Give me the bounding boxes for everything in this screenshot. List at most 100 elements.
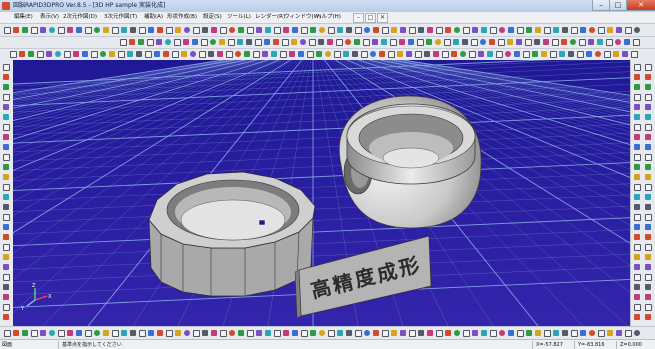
sbr-tool-icon[interactable] (645, 184, 652, 191)
tb1-tool-icon[interactable] (301, 27, 308, 34)
tb2-tool-icon[interactable] (480, 39, 486, 45)
tb3-tool-icon[interactable] (37, 51, 44, 58)
sbr-tool-icon[interactable] (645, 154, 652, 161)
tb3-tool-icon[interactable] (523, 51, 530, 58)
tb2-tool-icon[interactable] (489, 39, 495, 45)
tbb-tool-icon[interactable] (481, 330, 487, 336)
tbb-tool-icon[interactable] (4, 330, 11, 337)
sbl-tool-icon[interactable] (3, 214, 10, 221)
tb2-tool-icon[interactable] (291, 39, 297, 45)
sbr-tool-icon[interactable] (634, 214, 641, 221)
menu-3d-draw[interactable]: 3次元作図(T) (104, 12, 137, 23)
menu-help[interactable]: ヘルプ(H) (316, 12, 341, 23)
tbb-tool-icon[interactable] (301, 330, 308, 337)
sbr-tool-icon[interactable] (634, 194, 640, 200)
tb1-tool-icon[interactable] (193, 27, 200, 34)
sbr-tool-icon[interactable] (645, 174, 651, 180)
tbb-tool-icon[interactable] (472, 330, 478, 336)
tb1-tool-icon[interactable] (229, 27, 235, 33)
sbl-tool-icon[interactable] (3, 144, 9, 150)
tb1-tool-icon[interactable] (499, 27, 505, 33)
tb1-tool-icon[interactable] (22, 27, 28, 33)
tb1-tool-icon[interactable] (256, 27, 262, 33)
sbr-tool-icon[interactable] (634, 224, 640, 230)
tb1-tool-icon[interactable] (175, 27, 181, 33)
tb3-tool-icon[interactable] (280, 51, 287, 58)
tb1-tool-icon[interactable] (67, 27, 73, 33)
tb2-tool-icon[interactable] (363, 39, 370, 46)
tb1-tool-icon[interactable] (130, 27, 136, 33)
sbr-tool-icon[interactable] (645, 284, 651, 290)
tb2-tool-icon[interactable] (174, 39, 181, 46)
tbb-tool-icon[interactable] (454, 330, 460, 336)
tb3-tool-icon[interactable] (343, 51, 349, 57)
tbb-tool-icon[interactable] (616, 330, 622, 336)
tb2-tool-icon[interactable] (300, 39, 306, 45)
tb3-tool-icon[interactable] (127, 51, 133, 57)
tbb-tool-icon[interactable] (634, 330, 640, 336)
tbb-tool-icon[interactable] (157, 330, 163, 336)
tb1-tool-icon[interactable] (112, 27, 119, 34)
sbl-tool-icon[interactable] (3, 294, 9, 300)
sbr-tool-icon[interactable] (634, 244, 641, 251)
minimize-button[interactable]: – (592, 0, 610, 11)
tb3-tool-icon[interactable] (613, 51, 619, 57)
tb1-tool-icon[interactable] (562, 27, 568, 33)
sbr-tool-icon[interactable] (645, 164, 651, 170)
sbr-tool-icon[interactable] (645, 104, 651, 110)
sbl-tool-icon[interactable] (3, 194, 9, 200)
tb3-tool-icon[interactable] (244, 51, 250, 57)
mdi-minimize-button[interactable]: – (353, 13, 364, 23)
tb1-tool-icon[interactable] (571, 27, 578, 34)
sbr-tool-icon[interactable] (645, 74, 651, 80)
tb3-tool-icon[interactable] (271, 51, 277, 57)
tbb-tool-icon[interactable] (535, 330, 541, 336)
tbb-tool-icon[interactable] (598, 330, 605, 337)
sbl-tool-icon[interactable] (3, 104, 9, 110)
tb2-tool-icon[interactable] (336, 39, 343, 46)
tb1-tool-icon[interactable] (580, 27, 586, 33)
tb1-tool-icon[interactable] (490, 27, 497, 34)
tb2-tool-icon[interactable] (426, 39, 432, 45)
tb3-tool-icon[interactable] (433, 51, 439, 57)
tb3-tool-icon[interactable] (181, 51, 187, 57)
tbb-tool-icon[interactable] (229, 330, 235, 336)
tb3-tool-icon[interactable] (595, 51, 601, 57)
tbb-tool-icon[interactable] (31, 330, 38, 337)
tb1-tool-icon[interactable] (418, 27, 424, 33)
tb2-tool-icon[interactable] (237, 39, 243, 45)
tb2-tool-icon[interactable] (579, 39, 586, 46)
tb3-tool-icon[interactable] (208, 51, 214, 57)
close-button[interactable]: ✕ (626, 0, 655, 11)
tbb-tool-icon[interactable] (256, 330, 262, 336)
tb2-tool-icon[interactable] (633, 39, 640, 46)
sbr-tool-icon[interactable] (645, 144, 651, 150)
tb1-tool-icon[interactable] (283, 27, 289, 33)
sbr-tool-icon[interactable] (634, 274, 641, 281)
tb1-tool-icon[interactable] (463, 27, 470, 34)
tb3-tool-icon[interactable] (334, 51, 341, 58)
tb3-tool-icon[interactable] (541, 51, 547, 57)
tb1-tool-icon[interactable] (319, 27, 325, 33)
tb3-tool-icon[interactable] (289, 51, 295, 57)
tb1-tool-icon[interactable] (382, 27, 389, 34)
tb2-tool-icon[interactable] (264, 39, 270, 45)
tbb-tool-icon[interactable] (22, 330, 28, 336)
sbr-tool-icon[interactable] (634, 154, 641, 161)
tbb-tool-icon[interactable] (103, 330, 109, 336)
tb3-tool-icon[interactable] (505, 51, 511, 57)
tb1-tool-icon[interactable] (616, 27, 622, 33)
menu-render[interactable]: レンダー(R) (255, 12, 285, 23)
sbr-tool-icon[interactable] (645, 194, 651, 200)
tb3-tool-icon[interactable] (478, 51, 484, 57)
tb1-tool-icon[interactable] (103, 27, 109, 33)
tb1-tool-icon[interactable] (148, 27, 154, 33)
tb2-tool-icon[interactable] (417, 39, 424, 46)
tb3-tool-icon[interactable] (10, 51, 17, 58)
tbb-tool-icon[interactable] (364, 330, 370, 336)
tb3-tool-icon[interactable] (451, 51, 457, 57)
tb1-tool-icon[interactable] (472, 27, 478, 33)
sbr-tool-icon[interactable] (634, 114, 640, 120)
tb3-tool-icon[interactable] (487, 51, 493, 57)
tbb-tool-icon[interactable] (463, 330, 470, 337)
